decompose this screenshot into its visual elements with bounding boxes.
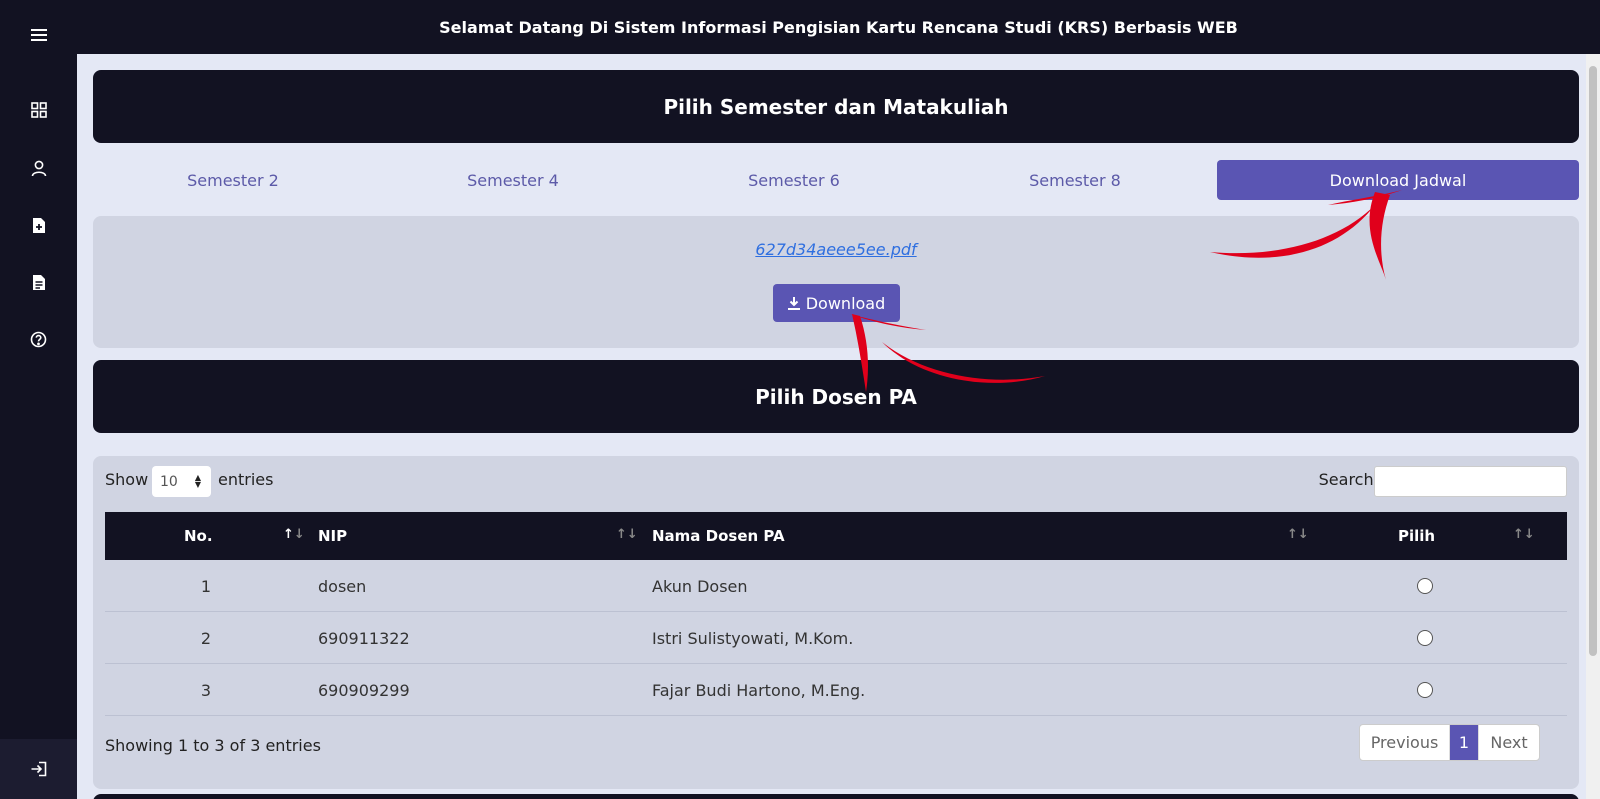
tab-semester-6[interactable]: Semester 6: [655, 160, 933, 200]
pagination-next[interactable]: Next: [1479, 725, 1539, 760]
cell-nip: dosen: [318, 576, 367, 596]
entries-label: entries: [218, 470, 274, 489]
show-label: Show: [105, 470, 149, 489]
next-section-card: [93, 794, 1579, 799]
menu-icon[interactable]: [0, 15, 77, 55]
tab-semester-2[interactable]: Semester 2: [93, 160, 373, 200]
search-label: Search:: [1318, 470, 1379, 489]
table-header: No. ↑↓ NIP ↑↓ Nama Dosen PA ↑↓ Pilih ↑↓: [105, 512, 1567, 560]
main-content: Pilih Semester dan Matakuliah Semester 2…: [77, 54, 1584, 799]
cell-nama: Fajar Budi Hartono, M.Eng.: [652, 680, 866, 700]
semester-section-header: Pilih Semester dan Matakuliah: [93, 70, 1579, 143]
semester-tabs: Semester 2 Semester 4 Semester 6 Semeste…: [93, 160, 1579, 200]
help-icon[interactable]: [0, 319, 77, 359]
entries-select-value: 10: [160, 473, 178, 490]
semester-section-title: Pilih Semester dan Matakuliah: [663, 94, 1009, 119]
download-button-label: Download: [805, 293, 886, 313]
pilih-radio[interactable]: [1417, 682, 1433, 698]
download-button[interactable]: Download: [773, 284, 900, 322]
document-icon[interactable]: [0, 262, 77, 302]
dosen-section-title: Pilih Dosen PA: [755, 384, 917, 409]
dashboard-icon[interactable]: [0, 90, 77, 130]
cell-nama: Istri Sulistyowati, M.Kom.: [652, 628, 854, 648]
user-icon[interactable]: [0, 148, 77, 188]
logout-icon[interactable]: [0, 739, 77, 799]
column-header-nama[interactable]: Nama Dosen PA: [652, 512, 785, 560]
cell-no: 3: [200, 680, 212, 700]
entries-select[interactable]: 10 ▲ ▼: [152, 466, 211, 497]
table-row: 1 dosen Akun Dosen: [105, 560, 1567, 612]
pilih-radio[interactable]: [1417, 578, 1433, 594]
cell-nama: Akun Dosen: [652, 576, 748, 596]
pdf-file-link[interactable]: 627d34aeee5ee.pdf: [93, 240, 1579, 259]
dosen-table-panel: Show 10 ▲ ▼ entries Search: No. ↑↓ NIP ↑↓…: [93, 456, 1579, 789]
cell-no: 2: [200, 628, 212, 648]
table-row: 3 690909299 Fajar Budi Hartono, M.Eng.: [105, 664, 1567, 716]
sort-icon[interactable]: ↑↓: [616, 527, 638, 542]
download-icon: [787, 296, 800, 310]
sort-asc-icon[interactable]: ↑↓: [283, 527, 305, 542]
column-header-pilih[interactable]: Pilih: [1398, 512, 1435, 560]
pilih-radio[interactable]: [1417, 630, 1433, 646]
column-header-no[interactable]: No.: [184, 512, 213, 560]
search-input[interactable]: [1374, 466, 1567, 497]
scrollbar[interactable]: [1586, 54, 1600, 799]
pagination-page-1[interactable]: 1: [1450, 725, 1479, 760]
cell-nip: 690909299: [318, 680, 410, 700]
table-info: Showing 1 to 3 of 3 entries: [105, 736, 321, 755]
page-header-title: Selamat Datang Di Sistem Informasi Pengi…: [439, 17, 1238, 37]
sidebar: [0, 0, 77, 799]
tab-download-jadwal[interactable]: Download Jadwal: [1217, 160, 1579, 200]
table-row: 2 690911322 Istri Sulistyowati, M.Kom.: [105, 612, 1567, 664]
pagination-previous[interactable]: Previous: [1360, 725, 1450, 760]
cell-no: 1: [200, 576, 212, 596]
select-arrows-icon: ▲ ▼: [194, 473, 201, 489]
pagination: Previous 1 Next: [1359, 724, 1540, 761]
sort-icon[interactable]: ↑↓: [1513, 527, 1535, 542]
tab-semester-4[interactable]: Semester 4: [373, 160, 653, 200]
sort-icon[interactable]: ↑↓: [1287, 527, 1309, 542]
top-bar: Selamat Datang Di Sistem Informasi Pengi…: [77, 0, 1600, 54]
column-header-nip[interactable]: NIP: [318, 512, 347, 560]
dosen-section-header: Pilih Dosen PA: [93, 360, 1579, 433]
scrollbar-thumb[interactable]: [1589, 66, 1597, 656]
tab-semester-8[interactable]: Semester 8: [935, 160, 1215, 200]
file-add-icon[interactable]: [0, 205, 77, 245]
download-panel: 627d34aeee5ee.pdf Download: [93, 216, 1579, 348]
cell-nip: 690911322: [318, 628, 410, 648]
